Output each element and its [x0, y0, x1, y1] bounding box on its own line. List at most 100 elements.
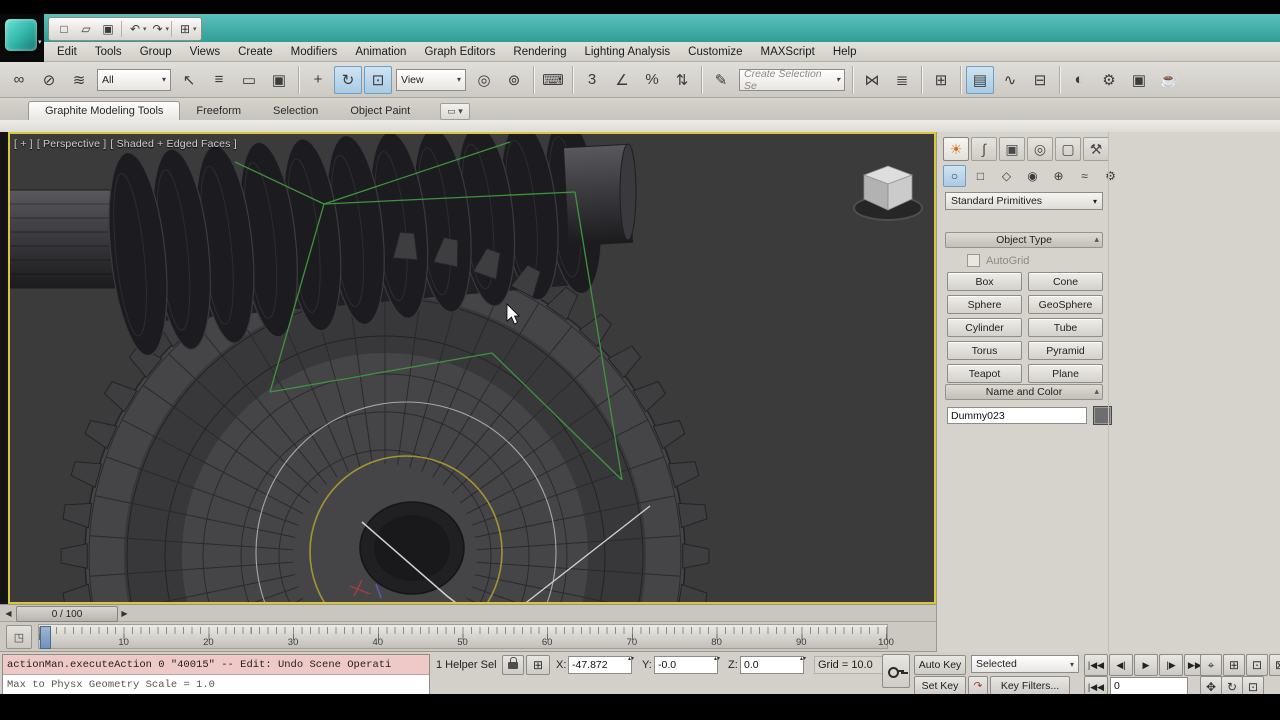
object-name-field[interactable] [947, 407, 1087, 424]
track-bar-frame-indicator[interactable] [40, 626, 51, 649]
align-icon[interactable]: ≣ [888, 66, 916, 94]
create-pyramid-button[interactable]: Pyramid [1028, 341, 1103, 360]
spinner-snap-icon[interactable]: ⇅ [668, 66, 696, 94]
ribbon-tab-selection[interactable]: Selection [257, 102, 334, 120]
absolute-mode-transform-icon[interactable]: ⊞ [526, 655, 550, 675]
create-cylinder-button[interactable]: Cylinder [947, 318, 1022, 337]
curve-editor-icon[interactable]: ∿ [996, 66, 1024, 94]
ribbon-tab-graphite-modeling-tools[interactable]: Graphite Modeling Tools [28, 101, 181, 120]
tab-utilities[interactable]: ⚒ [1083, 137, 1109, 161]
material-editor-icon[interactable]: ◐ [1065, 66, 1093, 94]
go-to-start-button[interactable]: |◀◀ [1084, 654, 1108, 676]
menu-rendering[interactable]: Rendering [504, 44, 575, 60]
subtab-geometry[interactable]: ○ [943, 165, 966, 187]
create-tube-button[interactable]: Tube [1028, 318, 1103, 337]
select-object-icon[interactable]: ↖ [175, 66, 203, 94]
tab-create[interactable]: ☀ [943, 137, 969, 161]
create-sphere-button[interactable]: Sphere [947, 295, 1022, 314]
angle-snap-icon[interactable]: ∠ [608, 66, 636, 94]
select-by-name-icon[interactable]: ≡ [205, 66, 233, 94]
z-coordinate-field[interactable]: 0.0 [740, 656, 804, 674]
menu-group[interactable]: Group [131, 44, 181, 60]
current-frame-field[interactable]: 0 [1110, 677, 1188, 695]
time-slider-prev-icon[interactable]: ◀ [2, 607, 15, 620]
z-spinner[interactable]: ▴▾ [800, 656, 806, 662]
auto-key-button[interactable]: Auto Key [914, 655, 966, 675]
time-slider-handle[interactable]: 0 / 100 [16, 606, 118, 622]
tab-hierarchy[interactable]: ▣ [999, 137, 1025, 161]
menu-edit[interactable]: Edit [48, 44, 86, 60]
select-and-rotate-icon[interactable]: ↻ [334, 65, 362, 94]
time-slider-track[interactable]: ◀ 0 / 100 ▶ [0, 604, 936, 622]
y-spinner[interactable]: ▴▾ [714, 656, 720, 662]
autogrid-checkbox[interactable] [967, 254, 980, 267]
next-frame-button[interactable]: |▶ [1159, 654, 1183, 676]
mini-curve-editor-button[interactable]: ◳ [6, 625, 32, 649]
select-and-link-icon[interactable]: ∞ [5, 66, 33, 94]
select-and-scale-icon[interactable]: ⊡ [364, 65, 392, 94]
create-box-button[interactable]: Box [947, 272, 1022, 291]
name-color-rollout-header[interactable]: Name and Color ▴ [945, 384, 1103, 400]
select-and-manipulate-icon[interactable]: ⊚ [500, 66, 528, 94]
create-geosphere-button[interactable]: GeoSphere [1028, 295, 1103, 314]
graphite-ribbon-toggle-icon[interactable]: ▤ [966, 65, 994, 94]
set-key-button[interactable]: Set Key [914, 676, 966, 696]
time-slider-next-icon[interactable]: ▶ [118, 607, 131, 620]
menu-modifiers[interactable]: Modifiers [282, 44, 347, 60]
menu-maxscript[interactable]: MAXScript [751, 44, 823, 60]
mirror-icon[interactable]: ⋈ [858, 66, 886, 94]
3dsmax-logo-button[interactable] [5, 19, 37, 51]
selection-lock-toggle[interactable] [502, 655, 524, 675]
edit-named-selection-sets-icon[interactable]: ✎ [707, 66, 735, 94]
menu-customize[interactable]: Customize [679, 44, 751, 60]
viewport-general-menu[interactable]: [ + ] [14, 138, 33, 150]
bind-to-space-warp-icon[interactable]: ≋ [65, 66, 93, 94]
zoom-extents-icon[interactable]: ⊡ [1246, 654, 1268, 676]
new-file-button[interactable]: □ [53, 20, 75, 38]
x-spinner[interactable]: ▴▾ [628, 656, 634, 662]
render-setup-icon[interactable]: ⚙ [1095, 66, 1123, 94]
perspective-viewport[interactable]: [ + ] [ Perspective ] [ Shaded + Edged F… [8, 132, 936, 604]
menu-views[interactable]: Views [181, 44, 229, 60]
menu-lighting-analysis[interactable]: Lighting Analysis [575, 44, 679, 60]
key-filters-button[interactable]: Key Filters... [990, 676, 1070, 696]
y-coordinate-field[interactable]: -0.0 [654, 656, 718, 674]
unlink-selection-icon[interactable]: ⊘ [35, 66, 63, 94]
create-teapot-button[interactable]: Teapot [947, 364, 1022, 383]
layer-manager-icon[interactable]: ⊞ [927, 66, 955, 94]
viewport-shading-menu[interactable]: [ Shaded + Edged Faces ] [110, 138, 237, 150]
subtab-space-warps[interactable]: ≈ [1073, 165, 1096, 187]
category-dropdown[interactable]: Standard Primitives ▾ [945, 192, 1103, 210]
schematic-view-icon[interactable]: ⊟ [1026, 66, 1054, 94]
subtab-helpers[interactable]: ⊕ [1047, 165, 1070, 187]
zoom-extents-all-icon[interactable]: ⊠ [1269, 654, 1280, 676]
selection-filter-dropdown[interactable]: All ▾ [97, 68, 171, 91]
snaps-toggle-icon[interactable]: 3 [578, 66, 606, 94]
create-torus-button[interactable]: Torus [947, 341, 1022, 360]
previous-frame-button[interactable]: ◀| [1109, 654, 1133, 676]
tab-motion[interactable]: ◎ [1027, 137, 1053, 161]
subtab-shapes[interactable]: □ [969, 165, 992, 187]
ribbon-tab-object-paint[interactable]: Object Paint [334, 102, 426, 120]
zoom-icon[interactable]: ⌖ [1200, 654, 1222, 676]
subtab-lights[interactable]: ◇ [995, 165, 1018, 187]
zoom-all-icon[interactable]: ⊞ [1223, 654, 1245, 676]
reference-coordinate-system-dropdown[interactable]: View ▾ [396, 68, 466, 91]
menu-help[interactable]: Help [824, 44, 866, 60]
menu-tools[interactable]: Tools [86, 44, 131, 60]
create-cone-button[interactable]: Cone [1028, 272, 1103, 291]
play-button[interactable]: ▶ [1134, 654, 1158, 676]
menu-graph-editors[interactable]: Graph Editors [415, 44, 504, 60]
rendered-frame-window-icon[interactable]: ▣ [1125, 66, 1153, 94]
project-folder-button-dropdown-arrow[interactable]: ▾ [193, 25, 197, 33]
rectangular-selection-region-icon[interactable]: ▭ [235, 66, 263, 94]
open-file-button[interactable]: ▱ [75, 20, 97, 38]
maxscript-mini-listener[interactable]: actionMan.executeAction 0 "40015" -- Edi… [2, 654, 430, 696]
ribbon-minimize-button[interactable]: ▭ ▾ [440, 103, 470, 120]
tab-display[interactable]: ▢ [1055, 137, 1081, 161]
named-selection-sets-dropdown[interactable]: Create Selection Se ▾ [739, 68, 845, 92]
render-production-icon[interactable]: ☕ [1155, 66, 1183, 94]
set-keys-button[interactable] [882, 654, 910, 688]
window-crossing-toggle-icon[interactable]: ▣ [265, 66, 293, 94]
create-plane-button[interactable]: Plane [1028, 364, 1103, 383]
